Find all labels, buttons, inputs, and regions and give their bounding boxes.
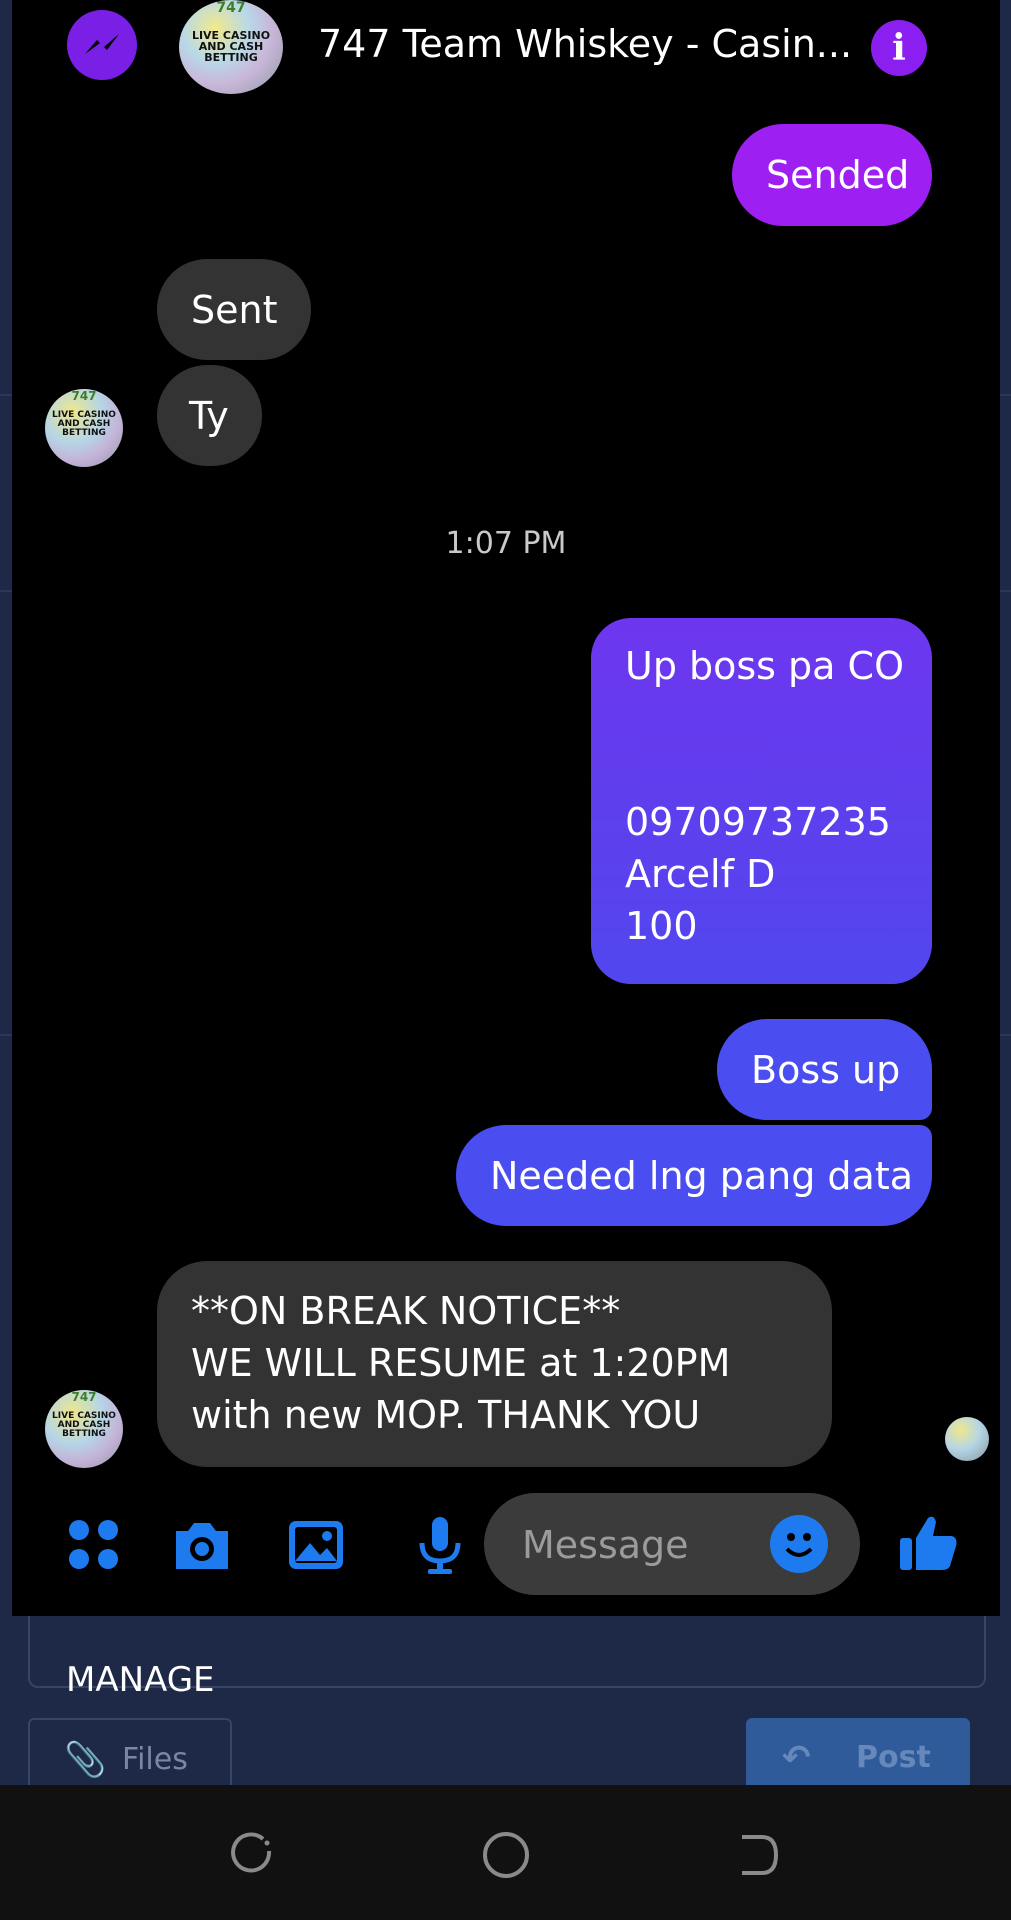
avatar-text-mid: LIVE CASINO AND CASH BETTING [52, 410, 116, 438]
reply-icon: ↶ [782, 1738, 811, 1778]
sender-avatar[interactable]: 747 LIVE CASINO AND CASH BETTING [45, 389, 123, 467]
avatar-text-mid: LIVE CASINO AND CASH BETTING [191, 29, 271, 64]
message-bubble-received[interactable]: Sent [157, 259, 311, 360]
home-icon[interactable] [476, 1825, 536, 1885]
camera-icon[interactable] [170, 1515, 234, 1575]
menu-dots-icon[interactable] [62, 1515, 126, 1575]
post-label: Post [856, 1740, 931, 1775]
microphone-icon[interactable] [408, 1515, 472, 1575]
message-input-field[interactable] [484, 1493, 860, 1595]
paperclip-icon: 📎 [64, 1740, 107, 1780]
message-input[interactable] [520, 1519, 744, 1571]
files-label: Files [122, 1742, 188, 1777]
avatar-text-top: 747 [71, 389, 97, 403]
avatar-text-top: 747 [71, 1390, 97, 1404]
seen-indicator-avatar [945, 1417, 989, 1461]
recent-apps-icon[interactable] [223, 1825, 283, 1885]
message-bubble-sent[interactable]: Boss up [717, 1019, 932, 1120]
chat-title[interactable]: 747 Team Whiskey - Casin... [318, 22, 852, 66]
message-bubble-sent[interactable]: Sended [732, 124, 932, 226]
chat-window: 747 LIVE CASINO AND CASH BETTING 747 Tea… [12, 0, 1000, 1616]
gallery-icon[interactable] [284, 1515, 348, 1575]
group-avatar[interactable]: 747 LIVE CASINO AND CASH BETTING [179, 0, 283, 94]
back-icon[interactable] [728, 1825, 788, 1885]
message-timestamp: 1:07 PM [445, 526, 567, 561]
messenger-icon[interactable] [67, 10, 137, 80]
emoji-icon[interactable] [770, 1515, 828, 1573]
avatar-text-top: 747 [216, 0, 246, 16]
info-icon[interactable]: i [871, 20, 927, 76]
navigation-bar [0, 1785, 1011, 1920]
message-bubble-received[interactable]: **ON BREAK NOTICE** WE WILL RESUME at 1:… [157, 1261, 832, 1467]
thumbs-up-icon[interactable] [898, 1510, 962, 1570]
manage-label: MANAGE [66, 1660, 215, 1700]
avatar-text-mid: LIVE CASINO AND CASH BETTING [52, 1411, 116, 1439]
sender-avatar[interactable]: 747 LIVE CASINO AND CASH BETTING [45, 1390, 123, 1468]
message-bubble-sent[interactable]: Up boss pa CO 09709737235 Arcelf D 100 [591, 618, 932, 984]
message-bubble-sent[interactable]: Needed lng pang data [456, 1125, 932, 1226]
message-bubble-received[interactable]: Ty [157, 365, 262, 466]
